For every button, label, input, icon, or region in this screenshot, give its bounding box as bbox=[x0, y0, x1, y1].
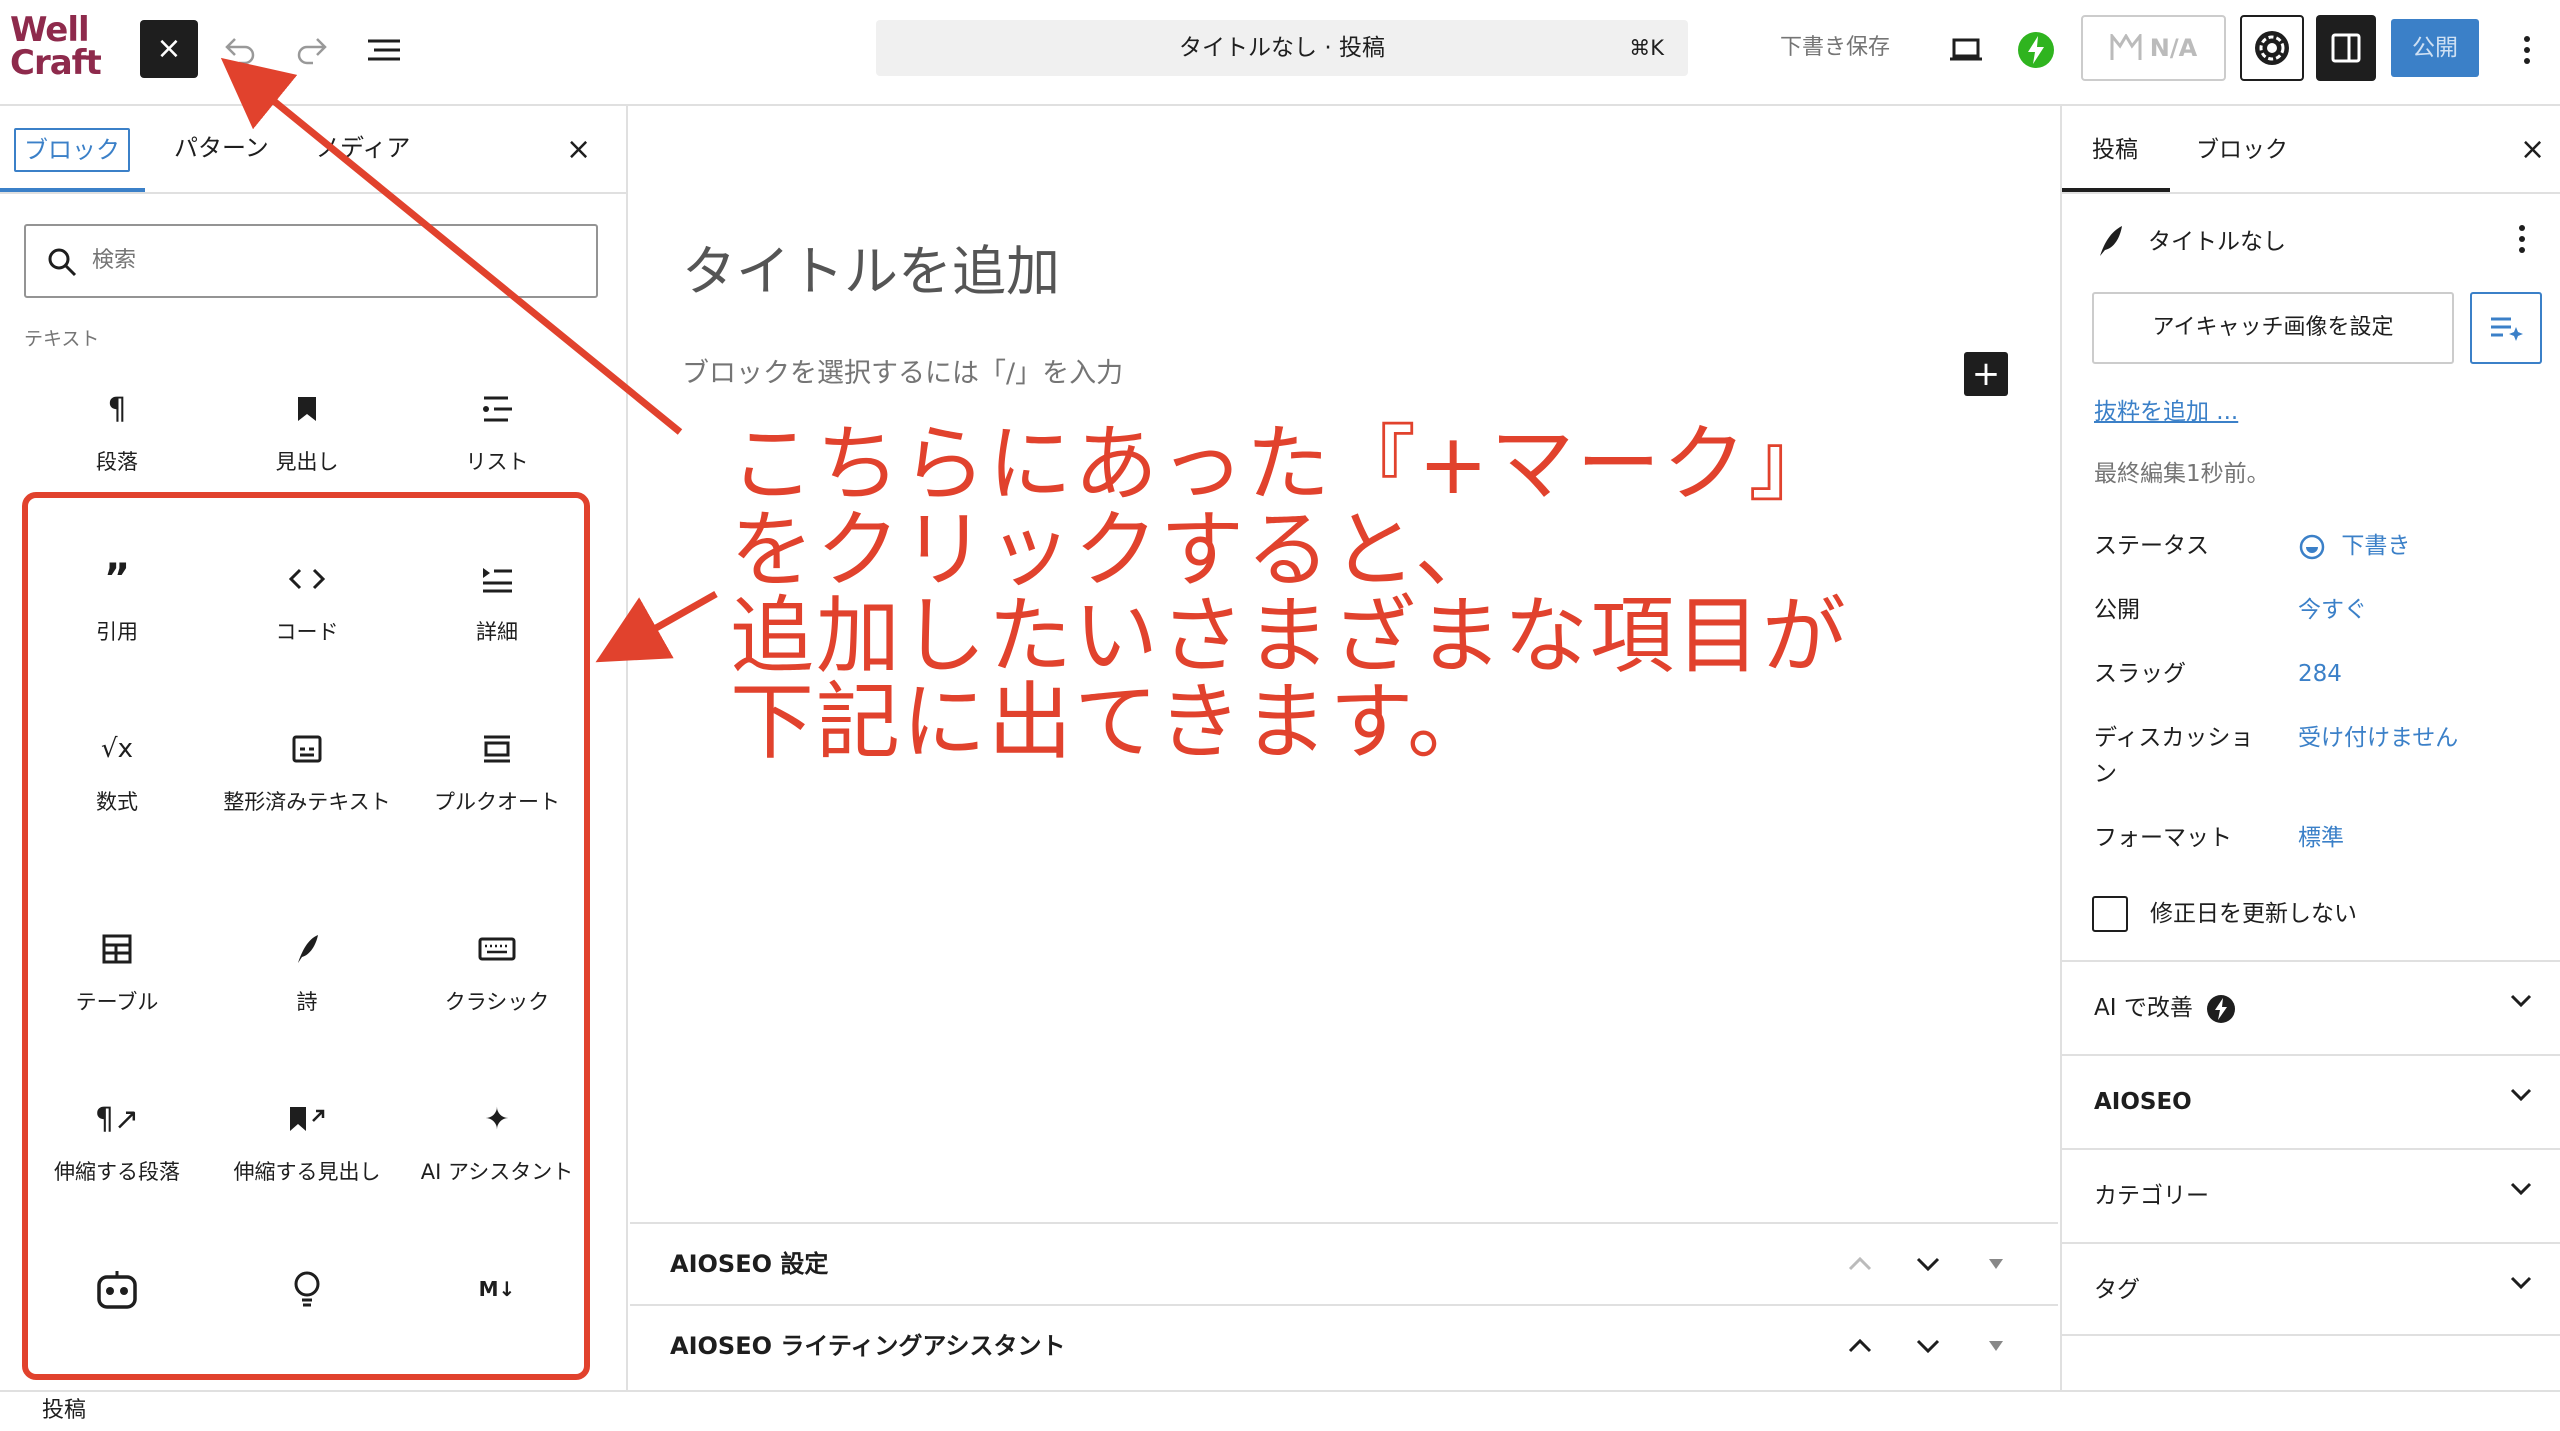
slug-label: スラッグ bbox=[2094, 661, 2186, 687]
toggle-panel-icon[interactable] bbox=[1978, 1328, 2014, 1364]
active-tab-indicator bbox=[0, 188, 145, 192]
heading-icon bbox=[212, 384, 402, 434]
tab-media[interactable]: メディア bbox=[316, 128, 410, 168]
block-paragraph[interactable]: ¶ 段落 bbox=[22, 384, 212, 478]
logo-line-2: Craft bbox=[10, 43, 102, 83]
list-icon bbox=[402, 384, 592, 434]
block-breadcrumb-bar: 投稿 bbox=[0, 1390, 2560, 1431]
post-title-summary: タイトルなし bbox=[2148, 229, 2286, 255]
close-inserter-icon[interactable]: × bbox=[566, 128, 591, 172]
section-title: タグ bbox=[2094, 1277, 2140, 1303]
settings-gear-icon[interactable] bbox=[2240, 15, 2304, 81]
metabox-aioseo-writing-assistant[interactable]: AIOSEO ライティングアシスタント bbox=[630, 1304, 2058, 1384]
undo-icon[interactable] bbox=[218, 28, 262, 72]
settings-sidebar: 投稿 ブロック × タイトルなし アイキャッチ画像を設定 抜粋を追加 ... 最… bbox=[2060, 106, 2560, 1390]
options-kebab-icon[interactable] bbox=[2512, 28, 2542, 72]
command-palette-bar[interactable]: タイトルなし · 投稿 ⌘K bbox=[876, 20, 1688, 76]
save-draft-button[interactable]: 下書き保存 bbox=[1780, 30, 1890, 66]
section-categories[interactable]: カテゴリー bbox=[2062, 1148, 2560, 1242]
document-title: タイトルなし · 投稿 bbox=[1179, 35, 1385, 61]
category-heading: テキスト bbox=[24, 328, 100, 350]
add-block-button[interactable]: + bbox=[1964, 352, 2008, 396]
discussion-value[interactable]: 受け付けません bbox=[2298, 720, 2458, 756]
search-icon bbox=[48, 248, 77, 277]
site-logo[interactable]: Well Craft bbox=[10, 13, 102, 83]
metabox-title: AIOSEO ライティングアシスタント bbox=[670, 1332, 1066, 1360]
move-down-icon[interactable] bbox=[1910, 1246, 1946, 1282]
chevron-down-icon bbox=[2510, 994, 2532, 1008]
block-appender[interactable]: ブロックを選択するには「/」を入力 bbox=[682, 354, 1123, 394]
active-tab-indicator bbox=[2062, 188, 2170, 192]
set-featured-image-button[interactable]: アイキャッチ画像を設定 bbox=[2092, 292, 2454, 364]
plugin-score-label: N/A bbox=[2149, 34, 2198, 62]
preview-icon[interactable] bbox=[1944, 28, 1988, 72]
sidebar-toggle-icon[interactable] bbox=[2316, 15, 2376, 81]
paragraph-icon: ¶ bbox=[107, 391, 127, 427]
status-value[interactable]: 下書き bbox=[2298, 528, 2410, 564]
modified-date-checkbox[interactable] bbox=[2092, 896, 2128, 932]
block-label: 段落 bbox=[96, 450, 138, 474]
draft-status-icon bbox=[2299, 534, 2325, 559]
move-up-icon[interactable] bbox=[1842, 1246, 1878, 1282]
format-label: フォーマット bbox=[2094, 825, 2232, 851]
move-down-icon[interactable] bbox=[1910, 1328, 1946, 1364]
move-up-icon[interactable] bbox=[1842, 1328, 1878, 1364]
status-label: ステータス bbox=[2094, 533, 2209, 559]
redo-icon[interactable] bbox=[290, 28, 334, 72]
metabox-aioseo-settings[interactable]: AIOSEO 設定 bbox=[630, 1222, 2058, 1302]
close-sidebar-icon[interactable]: × bbox=[2520, 128, 2545, 172]
block-list[interactable]: リスト bbox=[402, 384, 592, 478]
slug-value[interactable]: 284 bbox=[2298, 656, 2342, 692]
add-excerpt-link[interactable]: 抜粋を追加 ... bbox=[2094, 394, 2238, 430]
sidebar-tabs: 投稿 ブロック × bbox=[2062, 106, 2560, 194]
section-title: AIOSEO bbox=[2094, 1089, 2192, 1115]
toggle-panel-icon[interactable] bbox=[1978, 1246, 2014, 1282]
tab-post[interactable]: 投稿 bbox=[2092, 130, 2138, 170]
section-ai-improve[interactable]: AI で改善 bbox=[2062, 960, 2560, 1054]
tab-patterns[interactable]: パターン bbox=[174, 128, 269, 168]
publish-label: 公開 bbox=[2094, 597, 2140, 623]
checkbox-label: 修正日を更新しない bbox=[2150, 901, 2357, 927]
section-title: AI で改善 bbox=[2094, 962, 2236, 1054]
block-label: 見出し bbox=[275, 450, 339, 474]
block-heading[interactable]: 見出し bbox=[212, 384, 402, 478]
annotation-highlight-box bbox=[22, 492, 590, 1380]
tab-blocks[interactable]: ブロック bbox=[14, 128, 130, 172]
last-edited-text: 最終編集1秒前。 bbox=[2094, 461, 2270, 487]
post-actions-kebab-icon[interactable] bbox=[2518, 224, 2526, 258]
publish-button[interactable]: 公開 bbox=[2391, 19, 2479, 77]
chevron-down-icon bbox=[2510, 1182, 2532, 1196]
search-placeholder: 検索 bbox=[92, 248, 137, 273]
editor-canvas: タイトルを追加 ブロックを選択するには「/」を入力 + こちらにあった『+マーク… bbox=[630, 106, 2058, 1390]
plugin-score-button[interactable]: N/A bbox=[2081, 15, 2226, 81]
format-value[interactable]: 標準 bbox=[2298, 820, 2344, 856]
shortcut-hint: ⌘K bbox=[1629, 36, 1664, 60]
jetpack-icon[interactable] bbox=[2014, 28, 2058, 72]
section-title: カテゴリー bbox=[2094, 1183, 2209, 1209]
annotation-text: こちらにあった『+マーク』 をクリックすると、 追加したいさまざまな項目が 下記… bbox=[730, 415, 1849, 771]
block-inserter-panel: ブロック パターン メディア × 検索 テキスト ¶ 段落 見出し リスト ” … bbox=[0, 106, 628, 1390]
metabox-title: AIOSEO 設定 bbox=[670, 1250, 829, 1278]
close-inserter-button[interactable]: × bbox=[140, 20, 198, 78]
block-label: リスト bbox=[465, 450, 529, 474]
document-overview-icon[interactable] bbox=[362, 28, 406, 72]
ai-featured-image-icon[interactable] bbox=[2470, 292, 2542, 364]
chevron-down-icon bbox=[2510, 1276, 2532, 1290]
post-title-input[interactable]: タイトルを追加 bbox=[682, 232, 1060, 312]
chevron-down-icon bbox=[2510, 1088, 2532, 1102]
section-tags[interactable]: タグ bbox=[2062, 1242, 2560, 1336]
inserter-tabs: ブロック パターン メディア × bbox=[0, 106, 626, 194]
breadcrumb-post[interactable]: 投稿 bbox=[42, 1392, 86, 1430]
post-feather-icon bbox=[2100, 226, 2122, 256]
jetpack-ai-icon bbox=[2207, 994, 2236, 1023]
discussion-label: ディスカッション bbox=[2094, 725, 2254, 787]
status-text: 下書き bbox=[2341, 533, 2411, 559]
publish-value[interactable]: 今すぐ bbox=[2298, 592, 2367, 628]
section-aioseo[interactable]: AIOSEO bbox=[2062, 1054, 2560, 1148]
editor-header: Well Craft × タイトルなし · 投稿 ⌘K 下書き保存 N/A 公開 bbox=[0, 0, 2560, 106]
block-search-input[interactable]: 検索 bbox=[24, 224, 598, 298]
tab-block[interactable]: ブロック bbox=[2196, 130, 2288, 170]
